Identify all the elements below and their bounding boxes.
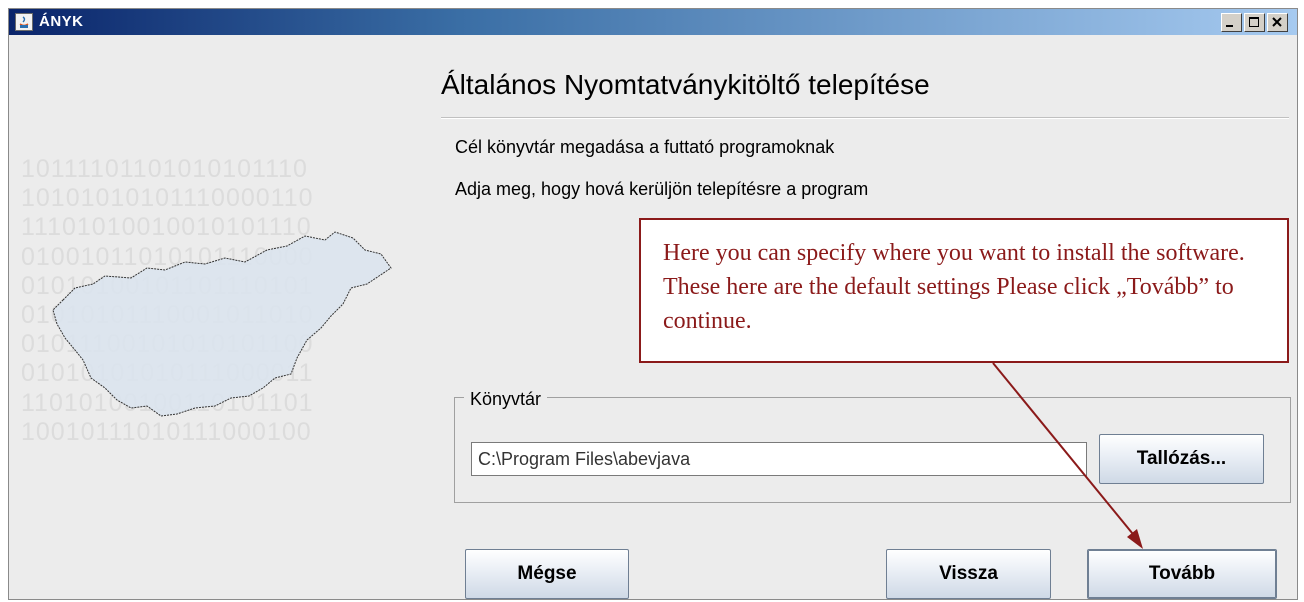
maximize-button[interactable]: [1244, 13, 1265, 32]
minimize-button[interactable]: [1221, 13, 1242, 32]
cancel-button[interactable]: Mégse: [465, 549, 629, 599]
next-button[interactable]: Tovább: [1087, 549, 1277, 599]
binary-line: 10111101101010101110: [21, 155, 308, 183]
annotation-callout: Here you can specify where you want to i…: [639, 218, 1289, 363]
hungary-map-icon: [52, 231, 392, 417]
back-button[interactable]: Vissza: [886, 549, 1051, 599]
install-path-input[interactable]: C:\Program Files\abevjava: [471, 442, 1087, 476]
binary-line: 10101010101110000110: [21, 184, 314, 213]
decorative-art-panel: 10111101101010101110 1010101010111000011…: [9, 35, 409, 599]
java-app-icon: [15, 13, 33, 31]
window-title: ÁNYK: [39, 13, 84, 30]
browse-button[interactable]: Tallózás...: [1099, 434, 1264, 484]
title-bar[interactable]: ÁNYK: [9, 9, 1297, 35]
directory-legend: Könyvtár: [464, 389, 548, 410]
close-button[interactable]: [1267, 13, 1288, 32]
title-divider: [441, 117, 1289, 119]
page-title: Általános Nyomtatványkitöltő telepítése: [441, 69, 930, 100]
installer-window: ÁNYK 10111101101010101110 10101010101110…: [8, 8, 1298, 600]
instruction-text: Adja meg, hogy hová kerüljön telepítésre…: [455, 179, 869, 199]
subtitle-text: Cél könyvtár megadása a futtató programo…: [455, 137, 835, 157]
